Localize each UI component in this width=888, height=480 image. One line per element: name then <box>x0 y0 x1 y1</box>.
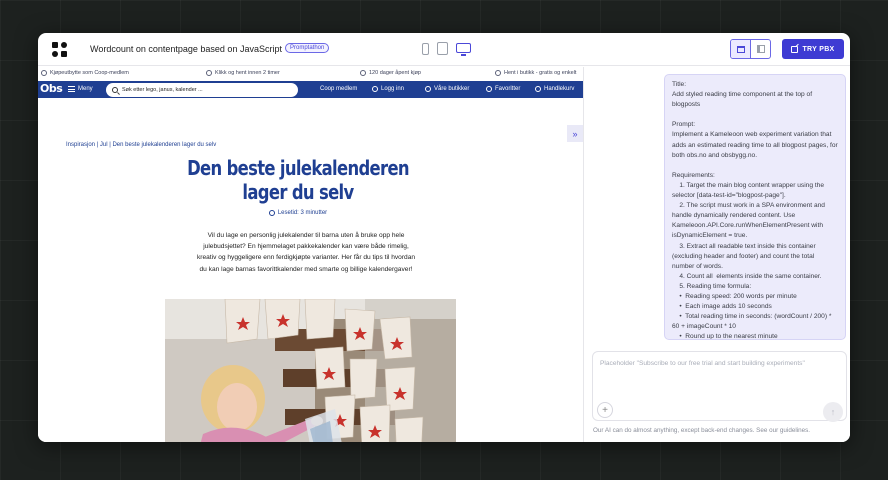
ai-disclaimer: Our AI can do almost anything, except ba… <box>593 427 811 434</box>
article-intro: Vil du lage en personlig julekalender ti… <box>196 232 416 273</box>
coop-icon <box>41 70 47 76</box>
site-search-input[interactable]: Søk etter lego, janus, kalender ... <box>106 83 298 97</box>
store-icon <box>495 70 501 76</box>
nav-coop-medlem[interactable]: Coop medlem <box>320 86 357 92</box>
obs-logo[interactable]: Obs <box>40 82 63 95</box>
user-prompt-message: Title: Add styled reading time component… <box>664 74 846 340</box>
menu-button[interactable]: Meny <box>68 86 93 92</box>
prompt-text: Title: Add styled reading time component… <box>672 81 838 340</box>
nav-logg-inn[interactable]: Logg inn <box>372 86 404 92</box>
layout-toggle <box>730 39 771 59</box>
benefit-item: Klikk og hent innen 2 timer <box>206 70 280 76</box>
reading-time-label: Lesetid: 3 minutter <box>277 210 328 216</box>
user-icon <box>372 86 378 92</box>
chat-composer[interactable]: Placeholder "Subscribe to our free trial… <box>592 351 847 422</box>
nav-favoritter[interactable]: Favoritter <box>486 86 520 92</box>
article-hero-image <box>165 299 456 442</box>
location-pin-icon <box>425 86 431 92</box>
side-panel-icon <box>756 45 765 53</box>
reading-time: Lesetid: 3 minutter <box>238 210 358 216</box>
external-link-icon <box>791 45 799 53</box>
expand-chevron-icon[interactable]: » <box>567 125 583 142</box>
tablet-icon[interactable] <box>437 42 448 55</box>
clock-icon <box>206 70 212 76</box>
nav-handlekurv[interactable]: Handlekurv <box>535 86 574 92</box>
search-placeholder: Søk etter lego, janus, kalender ... <box>122 87 203 93</box>
top-bar: Wordcount on contentpage based on JavaSc… <box>38 33 850 66</box>
site-navbar: Obs Meny Søk etter lego, janus, kalender… <box>38 81 583 98</box>
menu-label: Meny <box>78 86 93 92</box>
try-pbx-button[interactable]: TRY PBX <box>782 39 844 59</box>
try-pbx-label: TRY PBX <box>802 45 835 53</box>
calendar-icon <box>360 70 366 76</box>
breadcrumb[interactable]: Inspirasjon | Jul | Den beste julekalend… <box>66 142 216 148</box>
nav-vare-butikker[interactable]: Våre butikker <box>425 86 469 92</box>
ai-chat-panel: Title: Add styled reading time component… <box>583 67 850 442</box>
layout-split-button[interactable] <box>731 40 751 58</box>
article-title: Den beste julekalenderen lager du selv <box>187 156 410 204</box>
phone-icon[interactable] <box>422 43 429 55</box>
experiment-title: Wordcount on contentpage based on JavaSc… <box>90 44 282 54</box>
cart-icon <box>535 86 541 92</box>
site-preview: Kjøpeutbytte som Coop-medlem Klikk og he… <box>38 67 583 442</box>
promptathon-badge: Promptathon <box>285 43 330 53</box>
composer-placeholder[interactable]: Placeholder "Subscribe to our free trial… <box>600 360 840 367</box>
layout-panel-button[interactable] <box>751 40 770 58</box>
benefit-item: Hent i butikk - gratis og enkelt <box>495 70 576 76</box>
hamburger-icon <box>68 86 75 92</box>
plus-icon[interactable]: + <box>597 402 613 418</box>
desktop-icon[interactable] <box>456 43 471 56</box>
send-arrow-icon[interactable]: ↑ <box>823 402 843 422</box>
benefit-item: Kjøpeutbytte som Coop-medlem <box>41 70 129 76</box>
benefit-item: 120 dager åpent kjøp <box>360 70 421 76</box>
app-logo-icon[interactable] <box>52 42 67 57</box>
device-switcher <box>422 42 471 56</box>
search-icon <box>112 87 118 93</box>
stopwatch-icon <box>268 210 275 216</box>
advent-calendar-photo <box>165 299 456 442</box>
heart-icon <box>486 86 492 92</box>
split-view-icon <box>736 45 745 53</box>
benefits-bar: Kjøpeutbytte som Coop-medlem Klikk og he… <box>38 67 583 80</box>
app-window: Wordcount on contentpage based on JavaSc… <box>38 33 850 442</box>
